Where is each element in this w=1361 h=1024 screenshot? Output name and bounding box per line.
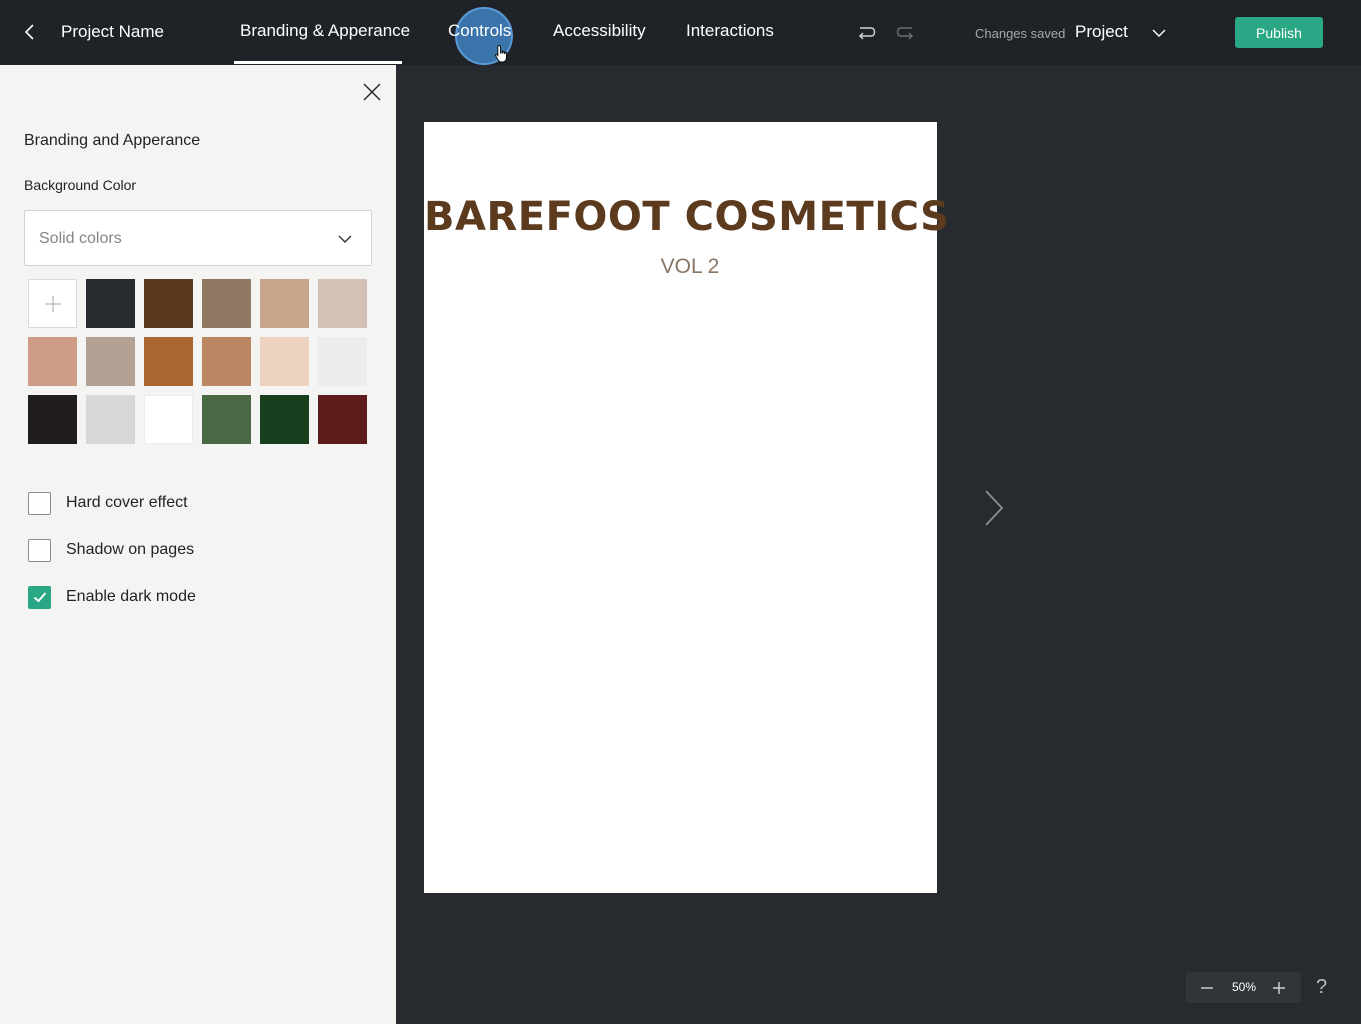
color-swatch[interactable] [202,337,251,386]
dark-mode-checkbox[interactable] [28,585,51,609]
color-swatch[interactable] [260,279,309,328]
color-swatch[interactable] [260,395,309,444]
select-value: Solid colors [39,230,122,247]
publish-button[interactable]: Publish [1235,17,1323,48]
color-swatch[interactable] [318,395,367,444]
undo-button[interactable] [855,22,877,44]
top-bar: Project Name Branding & Apperance Contro… [0,0,1361,65]
background-color-label: Background Color [24,177,137,193]
option-label: Hard cover effect [66,494,188,511]
checkmark-icon [33,592,46,603]
close-icon[interactable] [361,81,383,103]
project-name[interactable]: Project Name [61,22,164,42]
color-swatch[interactable] [144,395,193,444]
zoom-in-icon[interactable] [1270,979,1288,997]
add-color-button[interactable] [28,279,77,328]
plus-icon [44,295,61,312]
undo-icon [858,27,876,40]
page-title: BAREFOOT COSMETICS [424,194,950,240]
zoom-out-icon[interactable] [1198,980,1216,996]
page-subtitle: VOL 2 [660,255,720,278]
flipbook-page[interactable]: BAREFOOT COSMETICS VOL 2 [424,122,950,893]
tab-interactions[interactable]: Interactions [686,21,774,41]
option-hard-cover[interactable]: Hard cover effect [28,491,188,515]
chevron-down-icon [338,235,352,243]
hand-cursor-icon [494,44,507,63]
option-label: Shadow on pages [66,541,195,558]
color-swatch[interactable] [86,395,135,444]
help-button[interactable]: ? [1316,976,1327,999]
tab-branding-appearance[interactable]: Branding & Apperance [240,21,410,41]
tab-accessibility[interactable]: Accessibility [553,21,646,41]
tab-controls[interactable]: Controls [448,21,511,41]
color-swatch[interactable] [260,337,309,386]
color-swatch[interactable] [86,279,135,328]
back-button[interactable] [18,20,42,44]
color-swatch[interactable] [202,279,251,328]
option-dark-mode[interactable]: Enable dark mode [28,585,196,609]
shadow-pages-checkbox[interactable] [28,538,51,562]
project-dropdown[interactable]: Project [1075,22,1128,42]
panel-title: Branding and Apperance [24,132,201,149]
next-page-arrow-icon[interactable] [980,488,1008,528]
color-swatch[interactable] [144,337,193,386]
color-swatch[interactable] [86,337,135,386]
option-shadow-pages[interactable]: Shadow on pages [28,538,194,562]
redo-button[interactable] [895,22,917,44]
branding-panel: Branding and Apperance Background Color … [0,65,396,1024]
active-tab-indicator [234,61,402,64]
save-status: Changes saved [975,26,1066,41]
hard-cover-checkbox[interactable] [28,491,51,515]
color-swatch[interactable] [28,395,77,444]
color-swatch[interactable] [318,337,367,386]
chevron-left-icon [24,24,34,40]
color-swatch[interactable] [318,279,367,328]
color-type-select[interactable]: Solid colors [24,210,372,266]
redo-icon [896,27,914,40]
color-swatch[interactable] [144,279,193,328]
color-swatch[interactable] [202,395,251,444]
chevron-down-icon[interactable] [1150,24,1168,42]
zoom-level: 50% [1231,980,1257,994]
color-swatch[interactable] [28,337,77,386]
option-label: Enable dark mode [66,588,196,605]
